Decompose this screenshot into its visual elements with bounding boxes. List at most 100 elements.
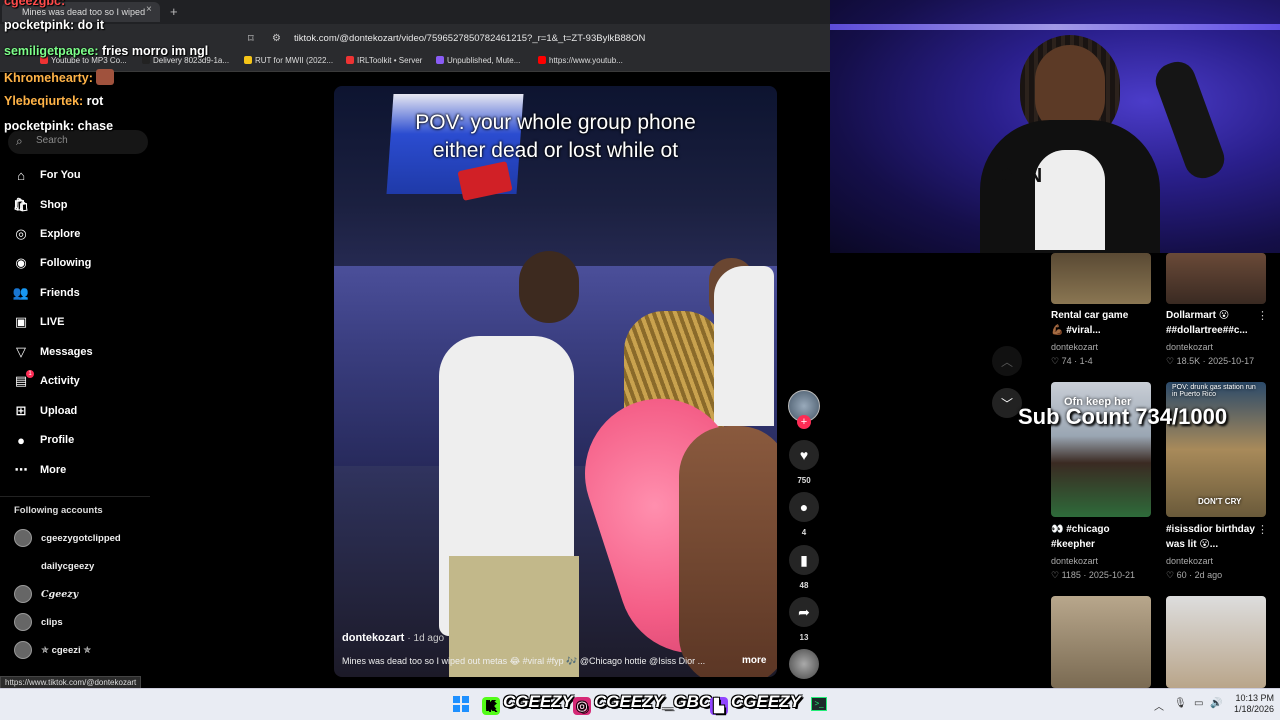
new-tab-button[interactable]: +: [170, 4, 178, 19]
tab-close-icon[interactable]: ×: [146, 4, 152, 15]
video-thumbnail[interactable]: [1051, 253, 1151, 304]
chat-message: pocketpink: chase: [4, 119, 114, 133]
kebab-icon[interactable]: ⋮: [1257, 523, 1268, 536]
emote-icon: [96, 69, 115, 85]
bookmark-favicon-icon: [538, 56, 546, 64]
nav-following[interactable]: ◉ Following: [12, 252, 91, 274]
twitch-icon: ▙: [710, 697, 728, 715]
avatar: [14, 529, 32, 547]
comment-icon: ●: [789, 492, 819, 522]
following-icon: ◉: [15, 255, 27, 270]
avatar: [14, 613, 32, 631]
search-placeholder: Search: [36, 135, 68, 146]
following-accounts-title: Following accounts: [14, 505, 103, 516]
tray-chevron-icon[interactable]: ︿: [1154, 698, 1164, 713]
social-handle: ▙ CGEEZY: [710, 692, 801, 715]
like-button[interactable]: ♥ 750: [789, 440, 819, 485]
nav-shop[interactable]: 🛍 Shop: [12, 194, 68, 216]
bookmark-favicon-icon: [244, 56, 252, 64]
more-icon: ⋯: [14, 462, 28, 477]
site-settings-icon[interactable]: ⚙: [272, 33, 281, 44]
previous-video-button[interactable]: ︿: [992, 346, 1022, 376]
kebab-icon[interactable]: ⋮: [1257, 309, 1268, 322]
video-caption: either dead or lost while ot: [432, 139, 679, 162]
video-description: Mines was dead too so I wiped out metas …: [342, 656, 706, 666]
video-title[interactable]: Rental car game 💪🏾 #viral...: [1051, 308, 1128, 338]
following-account[interactable]: dailycgeezy: [14, 557, 94, 575]
webcam-overlay: DEN: [830, 0, 1280, 253]
video-title[interactable]: Dollarmart 😮 ##dollartree##c...: [1166, 308, 1248, 338]
thumbnail-text: DON'T CRY: [1198, 497, 1242, 506]
bookmark-icon[interactable]: ⌑: [248, 32, 254, 45]
following-account[interactable]: clips: [14, 613, 63, 631]
bookmark-favicon-icon: [346, 56, 354, 64]
upload-icon: ⊞: [15, 403, 27, 418]
save-button[interactable]: ▮ 48: [789, 545, 819, 590]
microphone-icon[interactable]: 🎙: [1174, 698, 1187, 709]
chat-message: semiligetpapee: fries morro im ngl: [4, 44, 209, 58]
bookmark-item[interactable]: RUT for MWII (2022...: [244, 56, 333, 65]
video-author[interactable]: dontekozart: [1166, 556, 1213, 566]
tab-bar: Mines was dead too so I wiped × +: [0, 0, 830, 24]
video-thumbnail[interactable]: [1051, 596, 1151, 688]
network-icon[interactable]: ▭: [1194, 698, 1203, 709]
more-button[interactable]: more: [742, 655, 766, 666]
follow-plus-icon[interactable]: +: [797, 415, 811, 429]
nav-profile[interactable]: ● Profile: [12, 429, 74, 451]
video-author[interactable]: dontekozart: [1051, 342, 1098, 352]
chat-message: pocketpink: do it: [4, 18, 105, 32]
url-text[interactable]: tiktok.com/@dontekozart/video/7596527850…: [294, 33, 645, 44]
bookmark-item[interactable]: https://www.youtub...: [538, 56, 623, 65]
windows-start-icon[interactable]: [453, 696, 469, 712]
video-title[interactable]: 👀 #chicago #keepher: [1051, 522, 1110, 552]
search-input[interactable]: [8, 130, 148, 154]
search-icon: ⌕: [16, 134, 23, 148]
music-disc-icon[interactable]: [789, 649, 819, 679]
live-icon: ▣: [14, 314, 28, 329]
bookmark-favicon-icon: [436, 56, 444, 64]
shop-icon: 🛍: [12, 197, 30, 212]
nav-live[interactable]: ▣ LIVE: [12, 311, 65, 333]
chat-message: Khromehearty:: [4, 69, 115, 85]
share-button[interactable]: ➦ 13: [789, 597, 819, 642]
thumbnail-text: POV: drunk gas station run in Puerto Ric…: [1172, 384, 1256, 398]
video-player[interactable]: POV: your whole group phone either dead …: [334, 86, 777, 677]
bookmark-icon: ▮: [789, 545, 819, 575]
following-account[interactable]: Cgeezy: [14, 585, 78, 603]
video-scene-person: [714, 266, 774, 426]
terminal-icon[interactable]: >_: [811, 697, 827, 711]
nav-for-you[interactable]: ⌂ For You: [12, 164, 80, 186]
video-author[interactable]: dontekozart · 1d ago: [342, 632, 444, 644]
bookmark-item[interactable]: Unpublished, Mute...: [436, 56, 520, 65]
chevron-up-icon: ︿: [1000, 354, 1013, 369]
tab-title: Mines was dead too so I wiped: [22, 7, 146, 17]
avatar: [14, 641, 32, 659]
social-handle: ◎ CGEEZY_GBC: [573, 692, 711, 715]
nav-friends[interactable]: 👥 Friends: [12, 282, 80, 304]
webcam-led-strip: [830, 24, 1280, 30]
video-stats: ♡ 1185 · 2025-10-21: [1051, 570, 1135, 580]
nav-explore[interactable]: ◎ Explore: [12, 223, 80, 245]
bookmark-item[interactable]: IRLToolkit • Server: [346, 56, 422, 65]
video-thumbnail[interactable]: [1166, 253, 1266, 304]
system-clock[interactable]: 10:13 PM 1/18/2026: [1230, 693, 1274, 715]
webcam-hoodie-text: DEN: [998, 165, 1044, 187]
following-account[interactable]: cgeezygotclipped: [14, 529, 121, 547]
share-icon: ➦: [789, 597, 819, 627]
comment-count: 4: [801, 528, 807, 537]
nav-upload[interactable]: ⊞ Upload: [12, 400, 78, 422]
comment-button[interactable]: ● 4: [789, 492, 819, 537]
video-author[interactable]: dontekozart: [1166, 342, 1213, 352]
video-title[interactable]: #isissdior birthday was lit 😮...: [1166, 522, 1255, 552]
sub-count-overlay: Sub Count 734/1000: [1018, 404, 1228, 429]
video-author[interactable]: dontekozart: [1051, 556, 1098, 566]
sidebar-divider: [0, 496, 150, 497]
nav-activity[interactable]: ▤ Activity: [12, 370, 80, 392]
following-account[interactable]: ✯ cgeezi ✯: [14, 641, 91, 659]
video-thumbnail[interactable]: [1166, 596, 1266, 688]
avatar: [14, 585, 32, 603]
nav-messages[interactable]: ▽ Messages: [12, 341, 93, 363]
volume-icon[interactable]: 🔊: [1210, 698, 1222, 709]
social-handle: K CGEEZY: [482, 692, 573, 715]
nav-more[interactable]: ⋯ More: [12, 459, 67, 481]
